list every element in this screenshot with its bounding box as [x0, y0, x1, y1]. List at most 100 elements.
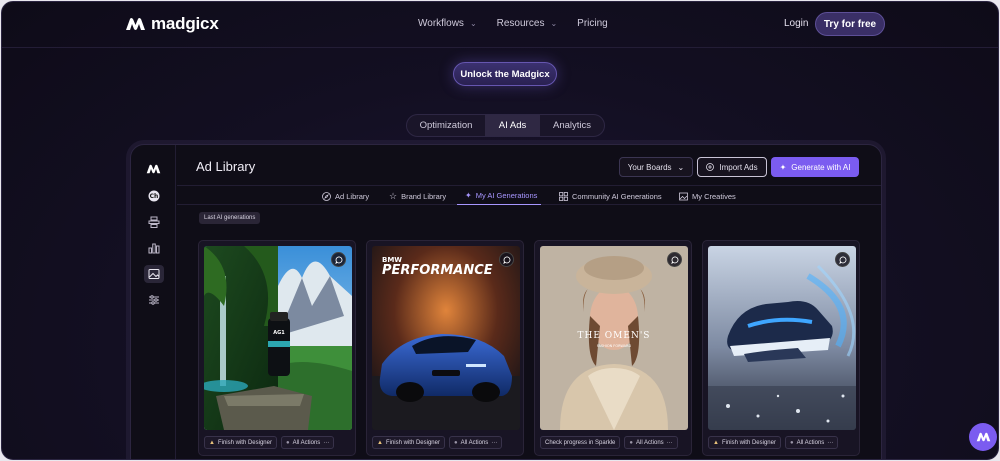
- generation-card[interactable]: AG1 ▲ Finish with Designer ● All Actions…: [198, 240, 356, 456]
- action-label: All Actions: [460, 439, 489, 446]
- subtab-label: Brand Library: [401, 191, 447, 201]
- more-icon: ···: [323, 439, 330, 446]
- nav-resources[interactable]: Resources ⌄: [497, 18, 558, 29]
- app-header: Ad Library Your Boards ⌄ Import Ads ✦ Ge…: [177, 145, 881, 186]
- app-main: Ad Library Your Boards ⌄ Import Ads ✦ Ge…: [177, 145, 881, 459]
- tab-ai-ads[interactable]: AI Ads: [485, 115, 540, 136]
- subtab-community-ai-generations[interactable]: Community AI Generations: [559, 187, 662, 205]
- library-subtabs: Ad Library ☆ Brand Library ✦ My AI Gener…: [177, 187, 881, 205]
- nav-workflows-label: Workflows: [418, 18, 464, 29]
- subtab-my-creatives[interactable]: My Creatives: [679, 187, 736, 205]
- automation-icon[interactable]: [144, 213, 164, 231]
- actions-circle-icon: ●: [789, 439, 794, 446]
- star-icon: ☆: [389, 190, 398, 201]
- subtab-my-ai-generations[interactable]: ✦ My AI Generations: [457, 187, 542, 205]
- generation-card[interactable]: ▲ Finish with Designer ● All Actions ···: [702, 240, 860, 456]
- sparkle-icon: ✦: [779, 162, 787, 172]
- copilot-icon[interactable]: Ch: [144, 187, 164, 205]
- more-icon: ···: [827, 439, 834, 446]
- comment-icon[interactable]: [667, 252, 682, 267]
- all-actions-button[interactable]: ● All Actions ···: [784, 436, 839, 449]
- designer-icon: ▲: [713, 439, 719, 446]
- subtab-label: Ad Library: [335, 191, 370, 201]
- card-actions: ▲ Finish with Designer ● All Actions ···: [204, 436, 335, 449]
- action-label: All Actions: [292, 439, 321, 446]
- madgicx-logo-icon: [146, 164, 161, 174]
- comment-icon[interactable]: [331, 252, 346, 267]
- generation-card[interactable]: THE OMEN'S FASHION FORWARD Check progres…: [534, 240, 692, 456]
- actions-circle-icon: ●: [629, 439, 633, 446]
- svg-text:Ch: Ch: [150, 193, 159, 200]
- try-for-free-button[interactable]: Try for free: [815, 12, 885, 36]
- top-navbar: madgicx Workflows ⌄ Resources ⌄ Pricing …: [2, 2, 998, 48]
- subtab-label: My AI Generations: [475, 191, 538, 200]
- actions-circle-icon: ●: [453, 439, 458, 446]
- card-overlay-subtitle: FASHION FORWARD: [597, 344, 632, 348]
- action-label: Finish with Designer: [385, 439, 440, 446]
- nav-links: Workflows ⌄ Resources ⌄ Pricing: [418, 18, 608, 29]
- finish-with-designer-button[interactable]: ▲ Finish with Designer: [372, 436, 445, 449]
- fashion-ad-image[interactable]: THE OMEN'S FASHION FORWARD: [540, 246, 688, 430]
- action-label: All Actions: [796, 439, 825, 446]
- sparkle-icon: ✦: [465, 191, 472, 200]
- madgicx-logo-icon: [126, 18, 145, 30]
- nav-workflows[interactable]: Workflows ⌄: [418, 18, 477, 29]
- tab-analytics[interactable]: Analytics: [540, 115, 604, 136]
- comment-icon[interactable]: [835, 252, 850, 267]
- all-actions-button[interactable]: ● All Actions ···: [280, 436, 335, 449]
- page-title: Ad Library: [196, 159, 256, 174]
- supplement-ad-image[interactable]: AG1: [204, 246, 352, 430]
- chat-launcher-button[interactable]: [969, 423, 997, 451]
- product-tabs: Optimization AI Ads Analytics: [406, 114, 605, 137]
- boards-label: Your Boards: [627, 162, 672, 172]
- subtab-label: My Creatives: [692, 191, 736, 201]
- brand-name: madgicx: [151, 14, 219, 33]
- plus-circle-icon: [706, 163, 715, 171]
- your-boards-dropdown[interactable]: Your Boards ⌄: [619, 157, 693, 177]
- card-actions: ▲ Finish with Designer ● All Actions ···: [372, 436, 503, 449]
- all-actions-button[interactable]: ● All Actions ···: [448, 436, 503, 449]
- more-icon: ···: [491, 439, 498, 446]
- comment-icon[interactable]: [499, 252, 514, 267]
- all-actions-button[interactable]: ● All Actions ···: [624, 436, 678, 449]
- generate-with-ai-button[interactable]: ✦ Generate with AI: [771, 157, 859, 177]
- settings-sliders-icon[interactable]: [144, 291, 164, 309]
- more-icon: ···: [666, 439, 673, 446]
- check-progress-button[interactable]: Check progress in Sparkle: [540, 436, 621, 449]
- finish-with-designer-button[interactable]: ▲ Finish with Designer: [204, 436, 277, 449]
- login-link[interactable]: Login: [784, 18, 808, 29]
- bmw-ad-image[interactable]: BMW PERFORMANCE: [372, 246, 520, 430]
- card-actions: ▲ Finish with Designer ● All Actions ···: [708, 436, 839, 449]
- brand-logo[interactable]: madgicx: [125, 14, 219, 34]
- sneaker-ad-image[interactable]: [708, 246, 856, 430]
- image-library-icon[interactable]: [144, 265, 164, 283]
- subtab-label: Community AI Generations: [572, 191, 662, 201]
- compass-icon: [322, 191, 331, 201]
- generate-label: Generate with AI: [791, 162, 851, 172]
- subtab-brand-library[interactable]: ☆ Brand Library: [389, 187, 446, 205]
- svg-text:AG1: AG1: [273, 330, 285, 336]
- generation-card[interactable]: BMW PERFORMANCE ▲ Finish with Designer ●…: [366, 240, 524, 456]
- unlock-madgicx-button[interactable]: Unlock the Madgicx: [453, 62, 557, 86]
- tab-optimization[interactable]: Optimization: [407, 115, 485, 136]
- designer-icon: ▲: [209, 439, 215, 446]
- chevron-down-icon: ⌄: [677, 162, 685, 172]
- card-overlay-title: THE OMEN'S: [578, 331, 651, 341]
- analytics-icon[interactable]: [144, 239, 164, 257]
- nav-pricing-label: Pricing: [577, 18, 608, 29]
- app-preview-window: Ch Ad Library Your Boards ⌄ Import Ads ✦…: [130, 144, 882, 459]
- subtab-ad-library[interactable]: Ad Library: [322, 187, 369, 205]
- nav-pricing[interactable]: Pricing: [577, 18, 608, 29]
- action-label: Finish with Designer: [217, 439, 272, 446]
- actions-circle-icon: ●: [285, 439, 290, 446]
- card-overlay-title: PERFORMANCE: [382, 263, 493, 278]
- grid-icon: [559, 191, 568, 201]
- import-ads-button[interactable]: Import Ads: [697, 157, 767, 177]
- action-label: All Actions: [636, 439, 664, 446]
- finish-with-designer-button[interactable]: ▲ Finish with Designer: [708, 436, 781, 449]
- import-label: Import Ads: [719, 162, 758, 172]
- card-actions: Check progress in Sparkle ● All Actions …: [540, 436, 678, 449]
- chevron-down-icon: ⌄: [469, 19, 477, 28]
- last-ai-generations-chip[interactable]: Last AI generations: [199, 212, 261, 224]
- image-icon: [679, 192, 688, 200]
